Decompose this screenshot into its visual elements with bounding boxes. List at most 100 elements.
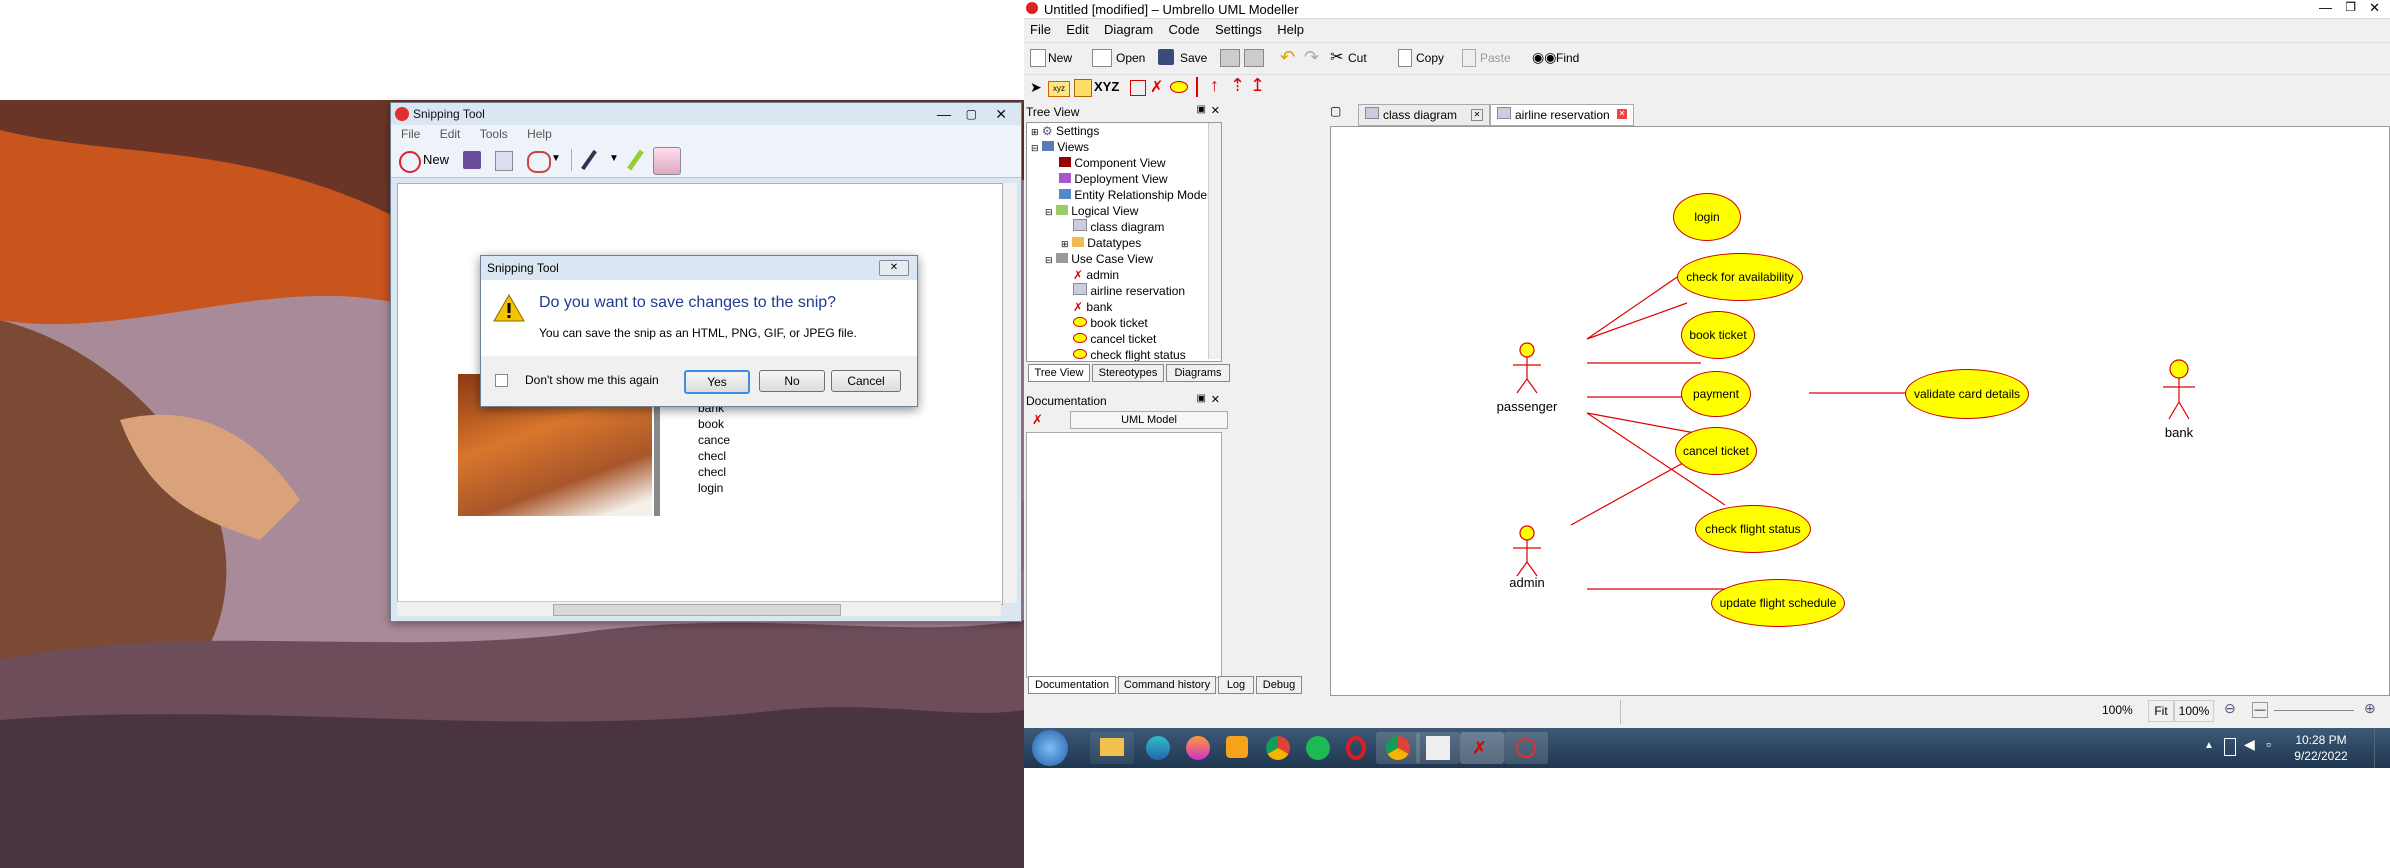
network-icon[interactable]: ▫ bbox=[2266, 736, 2271, 752]
tree-item-datatypes[interactable]: ⊞ Datatypes bbox=[1027, 235, 1221, 251]
eraser-icon[interactable] bbox=[653, 147, 681, 175]
tree-item-settings[interactable]: ⊞ ⚙ Settings bbox=[1027, 123, 1221, 139]
tab-airline-reservation[interactable]: airline reservation ✕ bbox=[1490, 104, 1634, 126]
new-snip-button[interactable]: New bbox=[423, 152, 449, 167]
cut-button[interactable]: Cut bbox=[1348, 51, 1367, 65]
highlighter-icon[interactable] bbox=[627, 149, 644, 171]
umbrello-menu-settings[interactable]: Settings bbox=[1215, 22, 1262, 37]
tree-item-admin[interactable]: ✗ admin bbox=[1027, 267, 1221, 283]
horizontal-scrollbar[interactable] bbox=[397, 601, 1001, 616]
diagram-canvas[interactable]: passenger admin bank login check for ava… bbox=[1330, 126, 2390, 696]
note-icon[interactable]: xyz bbox=[1048, 81, 1070, 97]
cancel-button[interactable]: Cancel bbox=[831, 370, 901, 392]
tree-item-book-ticket[interactable]: book ticket bbox=[1027, 315, 1221, 331]
umbrello-minimize-icon[interactable]: — bbox=[2319, 0, 2332, 15]
vertical-scrollbar[interactable] bbox=[1003, 183, 1017, 603]
doc-float-icon[interactable]: ▣ bbox=[1197, 393, 1206, 404]
doc-close-icon[interactable]: ✕ bbox=[1211, 393, 1220, 406]
tree-item-deployment-view[interactable]: Deployment View bbox=[1027, 171, 1221, 187]
umbrello-menu-diagram[interactable]: Diagram bbox=[1104, 22, 1153, 37]
battery-icon[interactable] bbox=[2224, 738, 2236, 756]
print-icon[interactable] bbox=[1220, 49, 1240, 67]
dialog-close-icon[interactable]: ✕ bbox=[879, 260, 909, 276]
menu-help[interactable]: Help bbox=[527, 127, 552, 141]
chrome-profile-icon[interactable] bbox=[1376, 732, 1420, 764]
clock[interactable]: 10:28 PM 9/22/2022 bbox=[2286, 732, 2356, 764]
umbrello-restore-icon[interactable]: ❐ bbox=[2345, 0, 2356, 14]
close-icon[interactable]: ✕ bbox=[995, 103, 1007, 125]
tray-chevron-icon[interactable]: ▲ bbox=[2204, 740, 2214, 751]
actor-tool-icon[interactable]: ✗ bbox=[1150, 77, 1163, 97]
snipping-tool-taskbar-icon[interactable] bbox=[1504, 732, 1548, 764]
copy-icon[interactable] bbox=[495, 151, 513, 171]
redo-icon[interactable]: ↷ bbox=[1304, 47, 1319, 68]
zoom-fit-button[interactable]: Fit bbox=[2148, 700, 2174, 722]
usecase-cancel-ticket[interactable]: cancel ticket bbox=[1675, 427, 1757, 475]
show-desktop-button[interactable] bbox=[2374, 728, 2390, 768]
chrome-icon[interactable] bbox=[1256, 732, 1300, 764]
pen-icon[interactable] bbox=[581, 149, 597, 171]
tree-item-component-view[interactable]: Component View bbox=[1027, 155, 1221, 171]
horizontal-scroll-thumb[interactable] bbox=[553, 604, 841, 616]
copy-button[interactable]: Copy bbox=[1416, 51, 1444, 65]
edge-icon[interactable] bbox=[1136, 732, 1180, 764]
box-icon[interactable] bbox=[1130, 80, 1146, 96]
umbrello-menu-code[interactable]: Code bbox=[1169, 22, 1200, 37]
menu-tools[interactable]: Tools bbox=[480, 127, 508, 141]
actor-passenger-label[interactable]: passenger bbox=[1491, 399, 1563, 414]
dont-show-checkbox[interactable] bbox=[495, 374, 508, 387]
zoom-reset-button[interactable]: 100% bbox=[2174, 700, 2214, 722]
tree-item-usecase-view[interactable]: ⊟ Use Case View bbox=[1027, 251, 1221, 267]
panel-close-icon[interactable]: ✕ bbox=[1211, 104, 1220, 117]
bottom-tab-debug[interactable]: Debug bbox=[1256, 676, 1302, 694]
yes-button[interactable]: Yes bbox=[684, 370, 750, 394]
usecase-validate-card-details[interactable]: validate card details bbox=[1905, 369, 2029, 419]
tree-item-cancel-ticket[interactable]: cancel ticket bbox=[1027, 331, 1221, 347]
tab-close-active-icon[interactable]: ✕ bbox=[1617, 109, 1627, 119]
actor-bank-label[interactable]: bank bbox=[2155, 425, 2203, 440]
menu-edit[interactable]: Edit bbox=[440, 127, 461, 141]
tree-item-bank[interactable]: ✗ bank bbox=[1027, 299, 1221, 315]
generalization-arrow-icon[interactable]: ↥ bbox=[1250, 75, 1265, 96]
firefox-icon[interactable] bbox=[1176, 732, 1220, 764]
bottom-tab-documentation[interactable]: Documentation bbox=[1028, 676, 1116, 694]
umbrello-menu-help[interactable]: Help bbox=[1277, 22, 1304, 37]
file-explorer-icon[interactable] bbox=[1090, 732, 1134, 764]
open-button[interactable]: Open bbox=[1116, 51, 1145, 65]
usecase-book-ticket[interactable]: book ticket bbox=[1681, 311, 1755, 359]
chevron-down-icon[interactable]: ▼ bbox=[551, 153, 561, 164]
maximize-icon[interactable]: ▢ bbox=[966, 103, 977, 125]
bottom-tab-log[interactable]: Log bbox=[1218, 676, 1254, 694]
menu-file[interactable]: File bbox=[401, 127, 420, 141]
volume-icon[interactable]: ◀ bbox=[2244, 736, 2255, 753]
undo-icon[interactable]: ↶ bbox=[1280, 47, 1295, 68]
tree-tab-treeview[interactable]: Tree View bbox=[1028, 364, 1090, 382]
new-tab-icon[interactable]: ▢ bbox=[1330, 104, 1350, 124]
tree-item-airline-reservation[interactable]: airline reservation bbox=[1027, 283, 1221, 299]
tree-item-logical-view[interactable]: ⊟ Logical View bbox=[1027, 203, 1221, 219]
spotify-icon[interactable] bbox=[1296, 732, 1340, 764]
zoom-out-icon[interactable]: ⊖ bbox=[2224, 700, 2236, 717]
tab-class-diagram[interactable]: class diagram ✕ bbox=[1358, 104, 1490, 126]
umbrello-menu-file[interactable]: File bbox=[1030, 22, 1051, 37]
zoom-slider-track[interactable] bbox=[2274, 710, 2354, 711]
tree-item-class-diagram[interactable]: class diagram bbox=[1027, 219, 1221, 235]
usecase-update-flight-schedule[interactable]: update flight schedule bbox=[1711, 579, 1845, 627]
tab-close-icon[interactable]: ✕ bbox=[1471, 109, 1483, 121]
no-button[interactable]: No bbox=[759, 370, 825, 392]
panel-float-icon[interactable]: ▣ bbox=[1197, 104, 1206, 115]
pen-dropdown-icon[interactable]: ▼ bbox=[609, 153, 619, 164]
text-tool-button[interactable]: XYZ bbox=[1094, 79, 1119, 94]
actor-admin-label[interactable]: admin bbox=[1497, 575, 1557, 590]
documentation-textarea[interactable] bbox=[1026, 432, 1222, 678]
tree-scrollbar[interactable] bbox=[1208, 123, 1221, 359]
bottom-tab-command-history[interactable]: Command history bbox=[1118, 676, 1216, 694]
start-button[interactable] bbox=[1032, 730, 1068, 766]
save-icon[interactable] bbox=[463, 151, 481, 169]
select-arrow-icon[interactable]: ➤ bbox=[1030, 79, 1042, 96]
opera-icon[interactable] bbox=[1336, 732, 1380, 764]
usecase-check-availability[interactable]: check for availability bbox=[1677, 253, 1803, 301]
save-button[interactable]: Save bbox=[1180, 51, 1207, 65]
usecase-login[interactable]: login bbox=[1673, 193, 1741, 241]
paste-button[interactable]: Paste bbox=[1480, 51, 1511, 65]
